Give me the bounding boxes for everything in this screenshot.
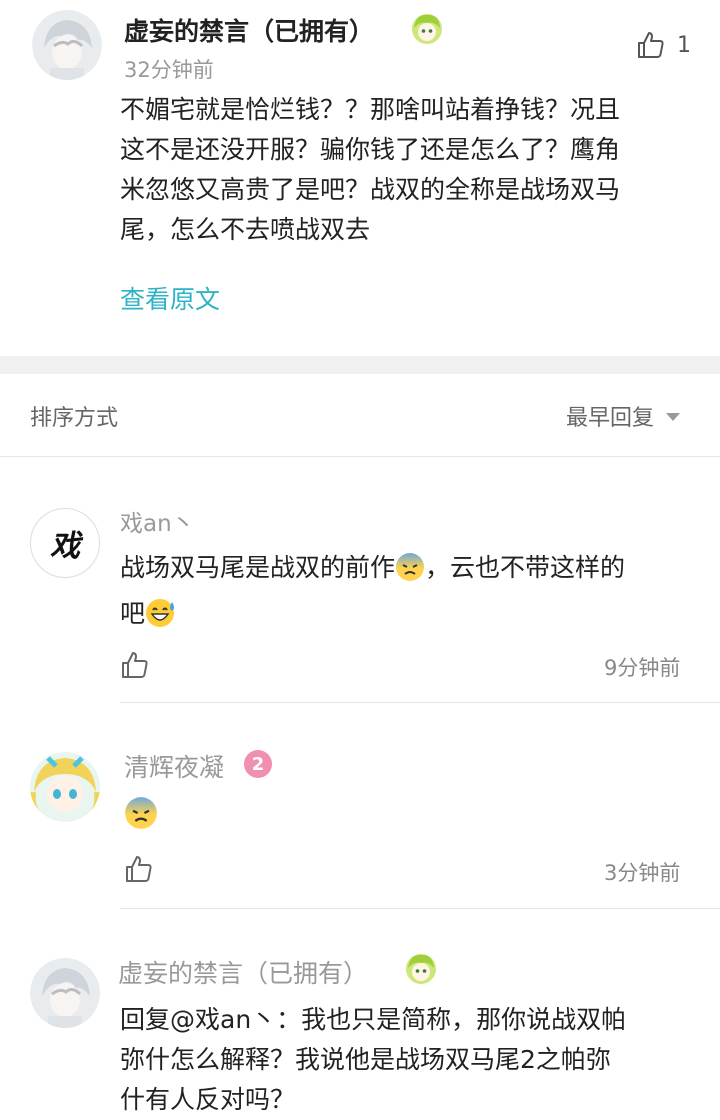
reply-1-text-part: 战场双马尾是战双的前作 <box>120 553 396 582</box>
reply-1-time: 9分钟前 <box>604 656 681 680</box>
reply-2-author[interactable]: 清辉夜凝 <box>124 748 224 784</box>
level-badge-number: 2 <box>251 753 265 775</box>
reply-2-time: 3分钟前 <box>604 861 681 885</box>
reply-1-like-button[interactable] <box>120 650 150 680</box>
top-like-count: 1 <box>677 33 691 58</box>
reply-divider <box>120 702 720 703</box>
owner-badge-icon <box>410 12 444 46</box>
reply-3-line: 弥什怎么解释？我说他是战场双马尾2之帕弥 <box>120 1045 611 1074</box>
owner-badge-icon <box>404 952 438 986</box>
avatar-reply-2[interactable] <box>30 752 100 822</box>
sort-bar-divider <box>0 456 720 457</box>
section-divider <box>0 356 720 374</box>
cold-sweat-emoji-icon <box>395 552 425 594</box>
thumbs-up-icon <box>122 652 148 678</box>
reply-3-text: 回复@戏an丶：我也只是简称，那你说战双帕 弥什怎么解释？我说他是战场双马尾2之… <box>120 1000 700 1120</box>
reply-1-author[interactable]: 戏an丶 <box>120 504 195 538</box>
reply-2-like-button[interactable] <box>124 854 154 884</box>
reply-divider <box>120 908 720 909</box>
sort-label: 排序方式 <box>30 406 119 431</box>
sort-dropdown-value: 最早回复 <box>566 406 655 431</box>
reply-3-line: 什有人反对吗？ <box>120 1085 296 1114</box>
avatar-top-author[interactable] <box>32 10 102 80</box>
caret-down-icon <box>665 407 681 426</box>
top-comment-line: 不媚宅就是恰烂钱？？那啥叫站着挣钱？况且 <box>120 95 621 124</box>
sort-dropdown[interactable]: 最早回复 <box>566 400 681 431</box>
top-comment-line: 这不是还没开服？骗你钱了还是怎么了？鹰角 <box>120 135 621 164</box>
worried-sweat-emoji-icon <box>124 797 158 834</box>
top-comment-line: 尾，怎么不去喷战双去 <box>120 215 371 244</box>
top-comment-line: 米忽悠又高贵了是吧？战双的全称是战场双马 <box>120 175 621 204</box>
reply-1-text-part: ，云也不带这样的 <box>425 553 626 582</box>
grinning-sweat-emoji-icon <box>145 598 177 640</box>
reply-3-line: 回复@戏an丶：我也只是简称，那你说战双帕 <box>120 1005 627 1034</box>
avatar-reply-3[interactable] <box>30 958 100 1028</box>
reply-1-text: 战场双马尾是战双的前作 ，云也不带这样的 吧 <box>120 548 700 640</box>
thumbs-up-icon <box>638 32 664 58</box>
avatar-reply-1[interactable]: 戏 <box>30 508 100 578</box>
top-like-button[interactable] <box>636 30 666 60</box>
top-comment-time: 32分钟前 <box>124 58 214 82</box>
view-original-link[interactable]: 查看原文 <box>120 280 220 316</box>
reply-3-author[interactable]: 虚妄的禁言（已拥有） <box>118 954 368 990</box>
thumbs-up-icon <box>126 856 152 882</box>
top-comment-text: 不媚宅就是恰烂钱？？那啥叫站着挣钱？况且 这不是还没开服？骗你钱了还是怎么了？鹰… <box>120 90 700 250</box>
avatar-glyph: 戏 <box>50 529 80 564</box>
reply-1-text-part: 吧 <box>120 599 146 628</box>
top-author-name[interactable]: 虚妄的禁言（已拥有） <box>124 12 374 48</box>
level-badge: 2 <box>244 750 272 778</box>
reply-2-emoji-content <box>124 796 158 834</box>
